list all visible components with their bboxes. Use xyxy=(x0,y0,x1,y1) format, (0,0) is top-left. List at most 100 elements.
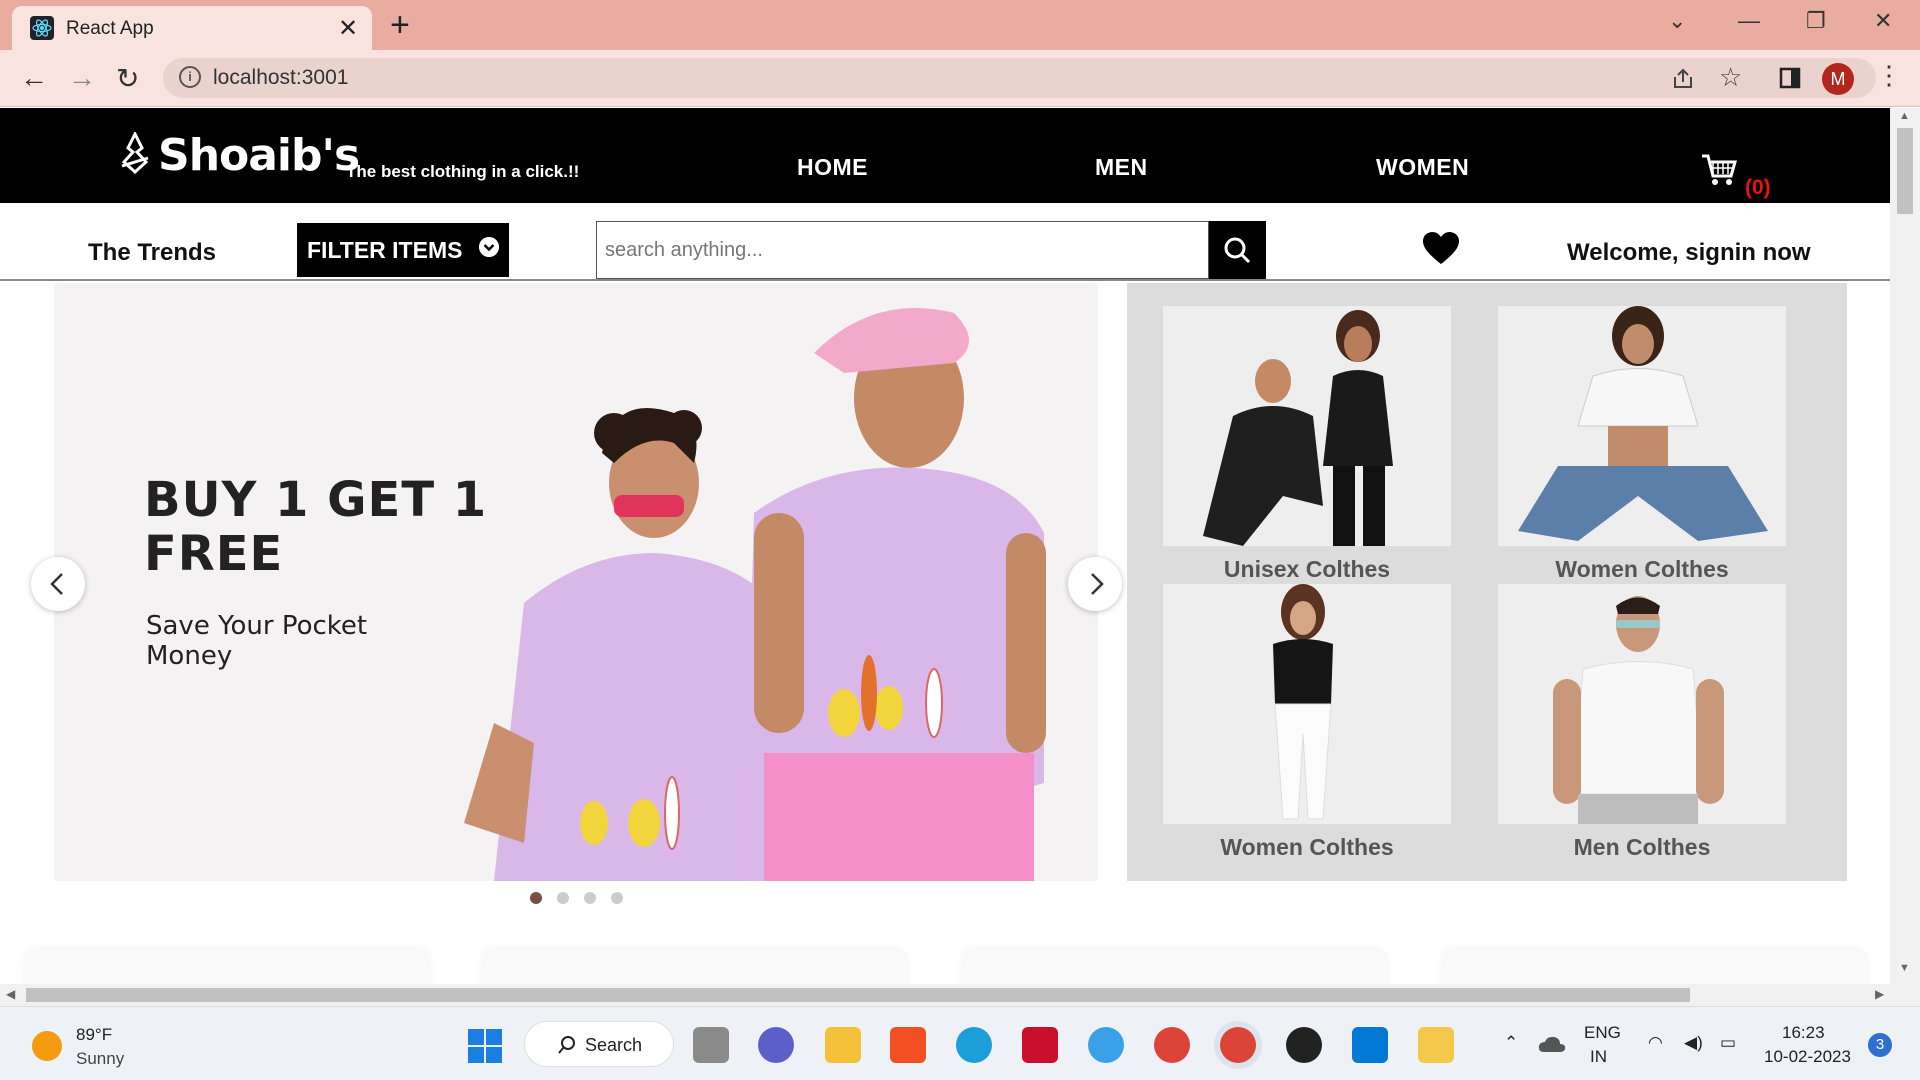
brand-name[interactable]: Shoaib's xyxy=(158,130,360,181)
share-icon[interactable] xyxy=(1671,67,1695,91)
trends-link[interactable]: The Trends xyxy=(88,239,216,267)
carousel-dot[interactable] xyxy=(557,892,569,904)
category-image xyxy=(1163,306,1451,546)
nav-home-link[interactable]: HOME xyxy=(797,154,868,181)
search-input[interactable] xyxy=(596,221,1209,279)
weather-condition[interactable]: Sunny xyxy=(76,1049,124,1069)
scroll-left-icon[interactable]: ◀ xyxy=(6,987,15,1001)
hero-headline-line2: FREE xyxy=(144,526,284,582)
chevron-left-icon xyxy=(50,573,63,595)
reload-icon[interactable]: ↻ xyxy=(116,62,139,95)
hero-sub-line2: Money xyxy=(146,641,233,671)
category-label: Men Colthes xyxy=(1573,834,1711,860)
category-card-women-top[interactable]: Women Colthes xyxy=(1498,306,1786,583)
signin-link[interactable]: Welcome, signin now xyxy=(1567,239,1811,267)
search-icon xyxy=(1224,237,1251,264)
nav-men-link[interactable]: MEN xyxy=(1095,154,1148,181)
site-header: Shoaib's The best clothing in a click.!!… xyxy=(0,108,1890,203)
wifi-icon[interactable]: ◠ xyxy=(1648,1033,1663,1053)
category-label: Unisex Colthes xyxy=(1223,556,1391,582)
weather-sun-icon[interactable] xyxy=(32,1031,62,1061)
brand-logo-icon[interactable] xyxy=(118,132,152,174)
forward-icon[interactable]: → xyxy=(68,62,96,94)
browser-toolbar: ← → ↻ i localhost:3001 ☆ M ⋮ xyxy=(0,50,1920,107)
vscode-icon[interactable] xyxy=(1352,1027,1388,1063)
horizontal-scrollbar[interactable]: ◀ ▶ xyxy=(0,984,1890,1006)
chrome-active-icon[interactable] xyxy=(1220,1027,1256,1063)
close-window-icon[interactable]: ✕ xyxy=(1874,8,1892,34)
side-panel-icon[interactable] xyxy=(1778,66,1802,90)
windows-start-icon[interactable] xyxy=(468,1029,502,1063)
tray-chevron-up-icon[interactable]: ⌃ xyxy=(1504,1033,1518,1053)
clock-time[interactable]: 16:23 xyxy=(1782,1023,1825,1043)
taskbar-search-label: Search xyxy=(585,1035,643,1055)
carousel-next-button[interactable] xyxy=(1068,557,1122,611)
microsoft-store-icon[interactable] xyxy=(890,1027,926,1063)
category-card-unisex[interactable]: Unisex Colthes xyxy=(1163,306,1451,583)
category-image xyxy=(1498,306,1786,546)
site-info-icon[interactable]: i xyxy=(179,66,201,88)
task-view-icon[interactable] xyxy=(693,1027,729,1063)
close-tab-icon[interactable]: ✕ xyxy=(338,14,358,43)
vertical-scrollbar[interactable]: ▲ ▼ xyxy=(1890,108,1920,1006)
filter-items-label: FILTER ITEMS xyxy=(307,237,463,263)
filter-items-button[interactable]: FILTER ITEMS xyxy=(297,223,509,277)
bookmark-star-icon[interactable]: ☆ xyxy=(1719,62,1742,93)
volume-icon[interactable]: ◀) xyxy=(1684,1033,1703,1053)
hero-carousel-slide[interactable]: BUY 1 GET 1 FREE Save Your Pocket Money xyxy=(54,283,1098,881)
horizontal-scroll-thumb[interactable] xyxy=(26,988,1690,1002)
tab-search-chevron-icon[interactable]: ⌄ xyxy=(1668,8,1686,34)
category-grid: Unisex Colthes Women Colthes Women Colth… xyxy=(1127,283,1847,881)
cart-count-badge[interactable]: (0) xyxy=(1745,176,1771,200)
help-icon[interactable] xyxy=(1088,1027,1124,1063)
onedrive-cloud-icon[interactable] xyxy=(1538,1035,1566,1053)
carousel-prev-button[interactable] xyxy=(31,557,85,611)
file-explorer-icon[interactable] xyxy=(825,1027,861,1063)
profile-avatar[interactable]: M xyxy=(1822,63,1854,95)
category-label: Women Colthes xyxy=(1220,834,1394,860)
minimize-icon[interactable]: — xyxy=(1738,8,1760,34)
filter-search-bar: The Trends FILTER ITEMS Welcome, signin … xyxy=(0,203,1890,281)
carousel-dot[interactable] xyxy=(530,892,542,904)
cart-icon[interactable] xyxy=(1700,150,1738,188)
scroll-down-icon[interactable]: ▼ xyxy=(1899,962,1910,974)
category-card-men[interactable]: Men Colthes xyxy=(1498,584,1786,861)
edge-browser-icon[interactable] xyxy=(956,1027,992,1063)
clock-date[interactable]: 10-02-2023 xyxy=(1764,1047,1851,1067)
folder-icon[interactable] xyxy=(1418,1027,1454,1063)
search-button[interactable] xyxy=(1209,221,1266,279)
chevron-down-icon xyxy=(479,237,499,257)
tab-title: React App xyxy=(66,18,154,39)
language-top[interactable]: ENG xyxy=(1584,1023,1621,1043)
category-image xyxy=(1498,584,1786,824)
battery-icon[interactable]: ▭ xyxy=(1720,1033,1736,1053)
wishlist-heart-icon[interactable] xyxy=(1422,231,1460,265)
github-desktop-icon[interactable] xyxy=(1286,1027,1322,1063)
language-bottom[interactable]: IN xyxy=(1590,1047,1607,1067)
mcafee-icon[interactable] xyxy=(1022,1027,1058,1063)
url-text[interactable]: localhost:3001 xyxy=(213,66,348,90)
weather-temperature[interactable]: 89°F xyxy=(76,1025,112,1045)
brand-tagline: The best clothing in a click.!! xyxy=(346,162,580,181)
back-icon[interactable]: ← xyxy=(20,62,48,94)
new-tab-icon[interactable]: + xyxy=(390,6,410,45)
notification-count-badge[interactable]: 3 xyxy=(1868,1033,1892,1057)
vertical-scroll-thumb[interactable] xyxy=(1897,128,1913,214)
taskbar-search-button[interactable]: Search xyxy=(524,1021,674,1067)
carousel-dot[interactable] xyxy=(611,892,623,904)
restore-icon[interactable]: ❐ xyxy=(1806,8,1826,34)
browser-tab[interactable]: React App ✕ xyxy=(12,6,372,50)
carousel-dot[interactable] xyxy=(584,892,596,904)
hero-headline-line1: BUY 1 GET 1 xyxy=(144,472,488,528)
hero-subheadline: Save Your Pocket Money xyxy=(146,611,367,671)
nav-women-link[interactable]: WOMEN xyxy=(1376,154,1469,181)
hero-models-illustration xyxy=(54,283,1098,881)
category-card-women-bottom[interactable]: Women Colthes xyxy=(1163,584,1451,861)
chrome-icon[interactable] xyxy=(1154,1027,1190,1063)
scroll-right-icon[interactable]: ▶ xyxy=(1875,987,1884,1001)
teams-chat-icon[interactable] xyxy=(758,1027,794,1063)
chevron-right-icon xyxy=(1091,573,1104,595)
scroll-up-icon[interactable]: ▲ xyxy=(1899,110,1910,122)
address-bar[interactable]: i localhost:3001 ☆ xyxy=(163,58,1876,98)
browser-menu-icon[interactable]: ⋮ xyxy=(1876,60,1902,91)
